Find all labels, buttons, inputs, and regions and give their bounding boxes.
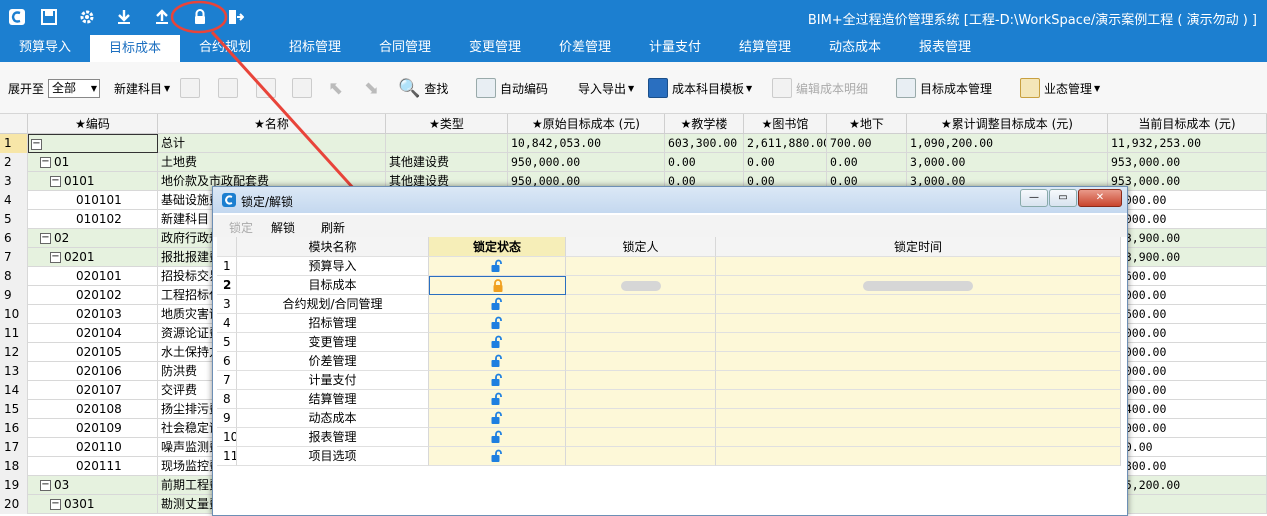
row-number: 2: [217, 276, 237, 295]
close-button[interactable]: ✕: [1078, 189, 1122, 207]
lock-status-cell[interactable]: [429, 295, 566, 314]
lock-status-cell[interactable]: [429, 276, 566, 295]
locked-by-cell: [566, 314, 716, 333]
locked-time-cell: [716, 276, 1121, 295]
lock-button[interactable]: 锁定: [229, 219, 253, 236]
column-header[interactable]: 锁定时间: [716, 237, 1121, 257]
lock-row[interactable]: 9 动态成本: [217, 409, 1121, 428]
module-name: 结算管理: [237, 390, 429, 409]
lock-status-cell[interactable]: [429, 257, 566, 276]
annotation-arrow-line: [210, 30, 366, 202]
locked-by-cell: [566, 257, 716, 276]
redacted-locked-time: [863, 280, 973, 291]
lock-status-cell[interactable]: [429, 371, 566, 390]
lock-open-icon[interactable]: [490, 373, 504, 389]
locked-time-cell: [716, 390, 1121, 409]
locked-by-cell: [566, 409, 716, 428]
lock-open-icon[interactable]: [490, 297, 504, 313]
minimize-button[interactable]: —: [1020, 189, 1048, 207]
dialog-title: 锁定/解锁: [241, 195, 294, 209]
module-name: 预算导入: [237, 257, 429, 276]
row-number: 11: [217, 447, 237, 466]
module-name: 报表管理: [237, 428, 429, 447]
locked-by-cell: [566, 295, 716, 314]
locked-time-cell: [716, 333, 1121, 352]
locked-by-cell: [566, 276, 716, 295]
redacted-locked-by: [620, 280, 661, 291]
lock-open-icon[interactable]: [490, 354, 504, 370]
row-number: 5: [217, 333, 237, 352]
locked-time-cell: [716, 352, 1121, 371]
row-number: 6: [217, 352, 237, 371]
maximize-button[interactable]: ▭: [1049, 189, 1077, 207]
locked-time-cell: [716, 295, 1121, 314]
lock-row[interactable]: 11 项目选项: [217, 447, 1121, 466]
locked-by-cell: [566, 447, 716, 466]
column-header[interactable]: 模块名称: [237, 237, 429, 257]
lock-status-cell[interactable]: [429, 390, 566, 409]
lock-status-cell[interactable]: [429, 409, 566, 428]
lock-row[interactable]: 2 目标成本: [217, 276, 1121, 295]
app-logo-icon: [222, 193, 236, 207]
locked-time-cell: [716, 447, 1121, 466]
column-header[interactable]: 锁定状态: [429, 237, 566, 257]
row-number: 1: [217, 257, 237, 276]
row-number: 9: [217, 409, 237, 428]
lock-unlock-dialog: 锁定/解锁 — ▭ ✕ 锁定 解锁 刷新 模块名称 锁定状态 锁定人 锁定时间 1 预算导…: [212, 186, 1128, 516]
locked-time-cell: [716, 371, 1121, 390]
module-name: 动态成本: [237, 409, 429, 428]
lock-row[interactable]: 4 招标管理: [217, 314, 1121, 333]
locked-time-cell: [716, 428, 1121, 447]
locked-by-cell: [566, 333, 716, 352]
lock-status-cell[interactable]: [429, 352, 566, 371]
lock-open-icon[interactable]: [490, 335, 504, 351]
module-name: 变更管理: [237, 333, 429, 352]
dialog-toolbar: 锁定 解锁 刷新: [213, 215, 1127, 237]
locked-by-cell: [566, 371, 716, 390]
locked-by-cell: [566, 352, 716, 371]
locked-by-cell: [566, 390, 716, 409]
row-number: 8: [217, 390, 237, 409]
module-name: 价差管理: [237, 352, 429, 371]
module-name: 合约规划/合同管理: [237, 295, 429, 314]
lock-row[interactable]: 1 预算导入: [217, 257, 1121, 276]
lock-row[interactable]: 3 合约规划/合同管理: [217, 295, 1121, 314]
module-name: 计量支付: [237, 371, 429, 390]
lock-row[interactable]: 5 变更管理: [217, 333, 1121, 352]
annotation-circle: [170, 0, 228, 34]
lock-open-icon[interactable]: [490, 392, 504, 408]
lock-open-icon[interactable]: [490, 430, 504, 446]
lock-row[interactable]: 10 报表管理: [217, 428, 1121, 447]
lock-open-icon[interactable]: [490, 316, 504, 332]
lock-status-cell[interactable]: [429, 333, 566, 352]
lock-closed-icon[interactable]: [491, 279, 505, 294]
row-number: 3: [217, 295, 237, 314]
lock-row[interactable]: 6 价差管理: [217, 352, 1121, 371]
locked-by-cell: [566, 428, 716, 447]
refresh-button[interactable]: 刷新: [321, 219, 345, 236]
locked-time-cell: [716, 257, 1121, 276]
lock-row[interactable]: 8 结算管理: [217, 390, 1121, 409]
column-header[interactable]: 锁定人: [566, 237, 716, 257]
unlock-button[interactable]: 解锁: [271, 219, 295, 236]
dialog-grid-header: 模块名称 锁定状态 锁定人 锁定时间: [217, 237, 1121, 257]
module-name: 目标成本: [237, 276, 429, 295]
row-number-header: [217, 237, 237, 257]
row-number: 10: [217, 428, 237, 447]
dialog-title-bar: 锁定/解锁 — ▭ ✕: [213, 187, 1127, 213]
lock-open-icon[interactable]: [490, 449, 504, 465]
lock-status-cell[interactable]: [429, 447, 566, 466]
lock-open-icon[interactable]: [490, 411, 504, 427]
locked-time-cell: [716, 314, 1121, 333]
lock-status-cell[interactable]: [429, 314, 566, 333]
module-name: 招标管理: [237, 314, 429, 333]
lock-open-icon[interactable]: [490, 259, 504, 275]
row-number: 7: [217, 371, 237, 390]
row-number: 4: [217, 314, 237, 333]
lock-status-cell[interactable]: [429, 428, 566, 447]
locked-time-cell: [716, 409, 1121, 428]
lock-row[interactable]: 7 计量支付: [217, 371, 1121, 390]
module-name: 项目选项: [237, 447, 429, 466]
